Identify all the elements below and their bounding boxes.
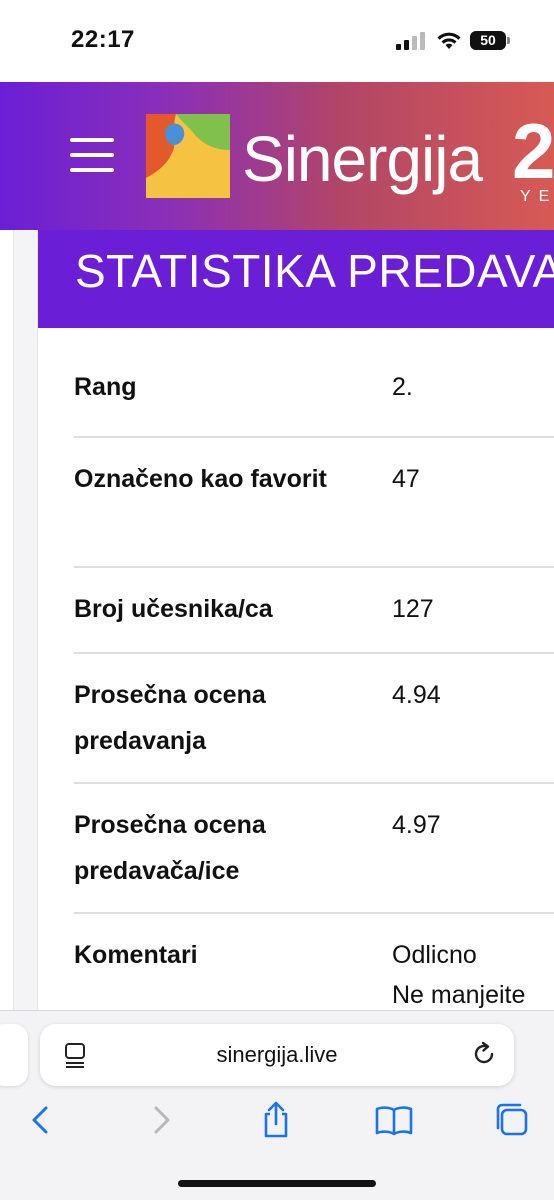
brand-sub: YE	[520, 188, 554, 205]
stats-row-rang: Rang 2.	[74, 352, 554, 438]
stats-label: Označeno kao favorit	[74, 465, 327, 493]
cellular-signal-icon	[396, 32, 426, 50]
tabs-icon[interactable]	[492, 1100, 532, 1140]
stats-value: 127	[392, 595, 434, 623]
stats-row-ocena-predavaca: Prosečna ocena predavača/ice 4.97	[74, 784, 554, 914]
stats-label: Prosečna ocena predavanja	[74, 681, 266, 755]
sinergija-logo-icon[interactable]	[146, 114, 230, 198]
stats-label: Prosečna ocena predavača/ice	[74, 811, 266, 885]
stats-row-ucesnici: Broj učesnika/ca 127	[74, 568, 554, 654]
share-icon[interactable]	[256, 1100, 296, 1140]
stats-row-komentari: Komentari Odlicno Ne manjeite	[74, 914, 554, 1020]
url-text[interactable]: sinergija.live	[40, 1042, 514, 1068]
battery-tip	[507, 37, 510, 44]
card-header: STATISTIKA PREDAVANJA	[38, 230, 554, 328]
stats-value: 47	[392, 465, 420, 493]
battery-icon: 50	[470, 31, 506, 50]
status-bar: 22:17 50	[0, 0, 554, 82]
stats-label: Rang	[74, 373, 137, 401]
left-panel	[0, 230, 14, 1020]
wifi-icon	[437, 32, 461, 49]
statistics-card: STATISTIKA PREDAVANJA Rang 2. Označeno k…	[37, 230, 554, 1020]
stats-value: 4.97	[392, 811, 441, 839]
stats-label: Komentari	[74, 941, 198, 969]
stats-value: 4.94	[392, 681, 441, 709]
stats-row-ocena-predavanja: Prosečna ocena predavanja 4.94	[74, 654, 554, 784]
status-time: 22:17	[71, 26, 135, 53]
site-header: Sinergija 2 YE	[0, 82, 554, 230]
back-icon[interactable]	[22, 1100, 62, 1140]
stats-row-favorit: Označeno kao favorit 47	[74, 438, 554, 568]
reload-icon[interactable]	[470, 1040, 498, 1068]
previous-tab[interactable]	[0, 1024, 28, 1086]
forward-icon[interactable]	[140, 1100, 180, 1140]
hamburger-menu-icon[interactable]	[70, 138, 114, 172]
stats-label: Broj učesnika/ca	[74, 595, 273, 623]
stats-value: 2.	[392, 373, 413, 401]
card-title: STATISTIKA PREDAVANJA	[75, 245, 554, 297]
brand-suffix: 2	[512, 107, 554, 195]
brand-name[interactable]: Sinergija	[242, 122, 483, 196]
home-indicator	[178, 1180, 376, 1187]
stats-table: Rang 2. Označeno kao favorit 47 Broj uče…	[74, 352, 554, 1020]
address-bar[interactable]: sinergija.live	[40, 1024, 514, 1086]
bookmarks-icon[interactable]	[374, 1100, 414, 1140]
